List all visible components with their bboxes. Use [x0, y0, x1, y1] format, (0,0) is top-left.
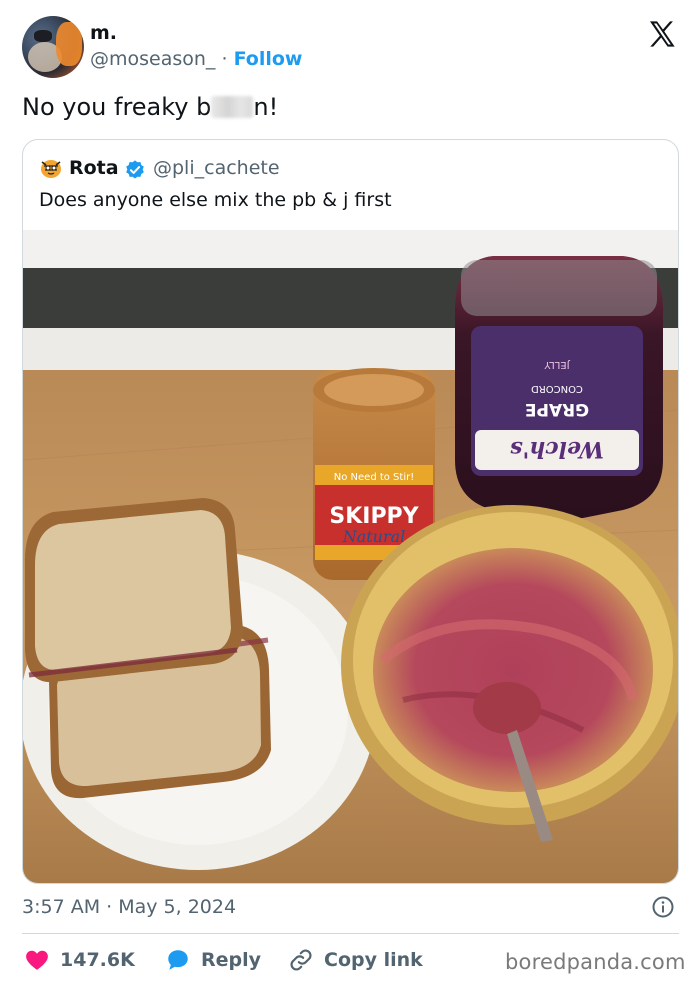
concord-label: CONCORD [531, 383, 583, 394]
verified-badge-icon [126, 160, 144, 179]
author-handle-row: @moseason_ · Follow [90, 48, 302, 70]
like-button[interactable]: 147.6K [24, 946, 135, 974]
copy-link-button[interactable]: Copy link [288, 946, 423, 974]
speech-bubble-icon [168, 950, 188, 970]
tweet-card: m. @moseason_ · Follow No you freaky b n!… [0, 0, 700, 986]
author-handle[interactable]: @moseason_ [90, 48, 215, 70]
reply-button[interactable]: Reply [165, 946, 261, 974]
skippy-label: SKIPPY [329, 504, 419, 529]
info-icon[interactable] [651, 895, 675, 919]
reply-label: Reply [201, 949, 262, 971]
quoted-tweet-text: Does anyone else mix the pb & j first [39, 189, 392, 211]
jelly-label: JELLY [544, 359, 571, 370]
footer-divider [22, 933, 679, 934]
tweet-text: No you freaky b n! [22, 93, 278, 121]
skippy-sub: Natural [342, 527, 406, 546]
separator-dot: · [221, 48, 228, 70]
follow-button[interactable]: Follow [234, 48, 303, 70]
skippy-tagline: No Need to Stir! [334, 472, 414, 483]
quoted-tweet[interactable]: Rota @pli_cachete Does anyone else mix t… [22, 139, 679, 884]
quoted-author-avatar[interactable] [39, 156, 63, 180]
quoted-tweet-photo[interactable]: SKIPPY No Need to Stir! Natural Welch's … [23, 230, 679, 884]
author-avatar[interactable] [22, 16, 84, 78]
x-logo-icon[interactable] [646, 18, 678, 50]
heart-icon [26, 950, 48, 970]
quoted-author-name[interactable]: Rota [69, 157, 119, 179]
tweet-text-start: No you freaky b [22, 93, 212, 121]
welchs-label: Welch's [510, 436, 604, 462]
censored-word [211, 96, 254, 118]
link-icon [290, 949, 312, 971]
tweet-timestamp[interactable]: 3:57 AM · May 5, 2024 [22, 896, 236, 918]
author-name[interactable]: m. [90, 22, 117, 44]
quoted-author-handle[interactable]: @pli_cachete [153, 157, 280, 179]
tweet-text-end: n! [253, 93, 279, 121]
copy-link-label: Copy link [324, 949, 423, 971]
grape-label: GRAPE [525, 399, 589, 419]
boredpanda-watermark: boredpanda.com [505, 950, 686, 974]
like-count: 147.6K [60, 949, 135, 971]
